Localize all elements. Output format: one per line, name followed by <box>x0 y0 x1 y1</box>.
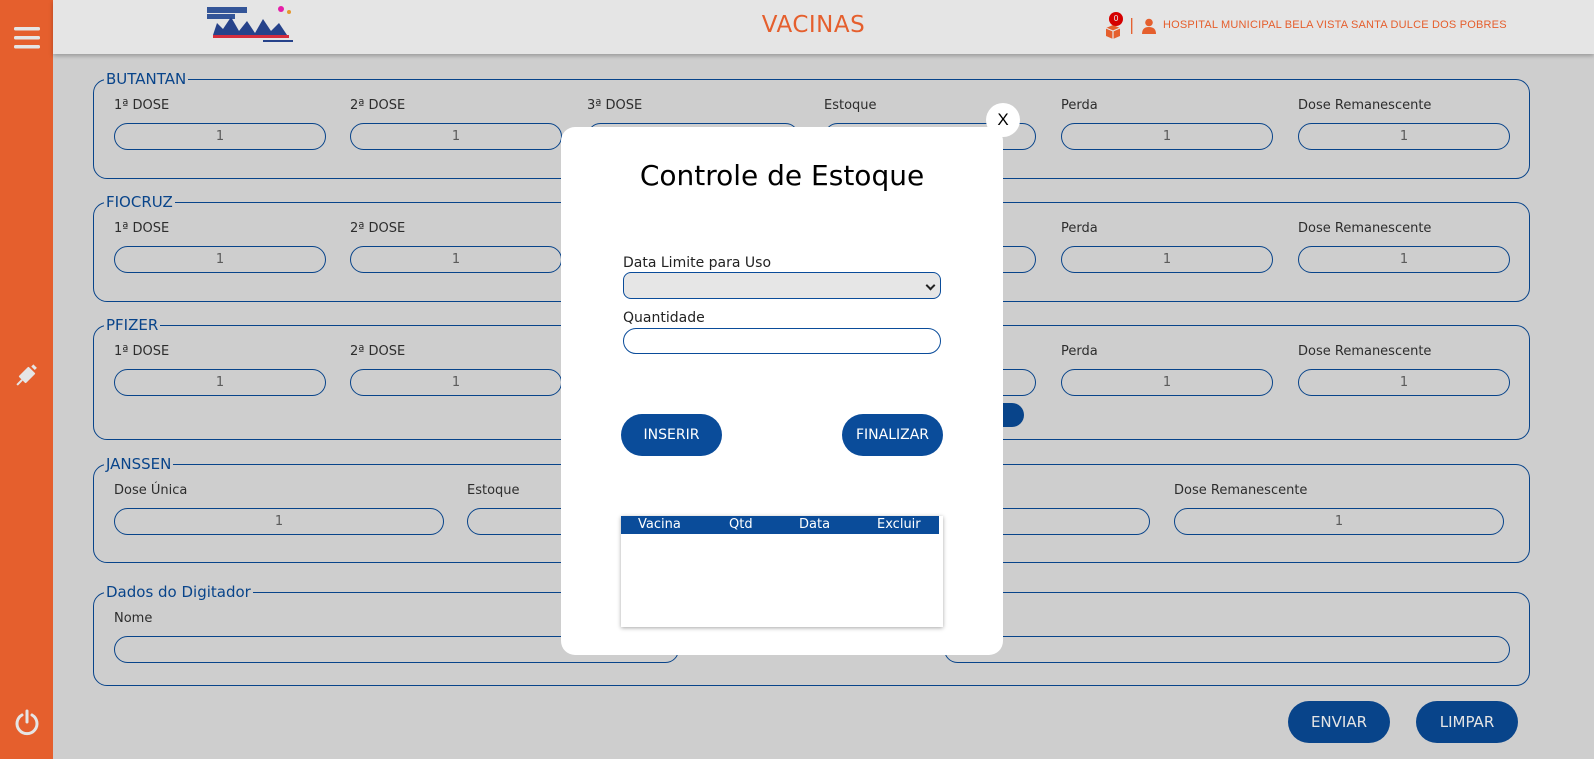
column-header-qtd: Qtd <box>729 517 753 532</box>
chevron-down-icon <box>925 280 936 291</box>
column-header-data: Data <box>799 517 831 532</box>
insert-button[interactable]: INSERIR <box>621 414 722 456</box>
stock-control-modal: Controle de Estoque Data Limite para Uso… <box>561 127 1003 655</box>
finish-button[interactable]: FINALIZAR <box>842 414 943 456</box>
stock-table: Vacina Qtd Data Excluir <box>621 516 943 627</box>
close-icon[interactable]: X <box>986 103 1020 137</box>
date-limit-select[interactable] <box>623 272 941 299</box>
quantity-input[interactable] <box>623 328 941 354</box>
column-header-excluir: Excluir <box>877 517 921 532</box>
column-header-vacina: Vacina <box>638 517 681 532</box>
quantity-label: Quantidade <box>623 310 705 326</box>
stock-table-header: Vacina Qtd Data Excluir <box>621 516 939 534</box>
modal-title: Controle de Estoque <box>639 159 925 192</box>
date-limit-label: Data Limite para Uso <box>623 255 772 271</box>
